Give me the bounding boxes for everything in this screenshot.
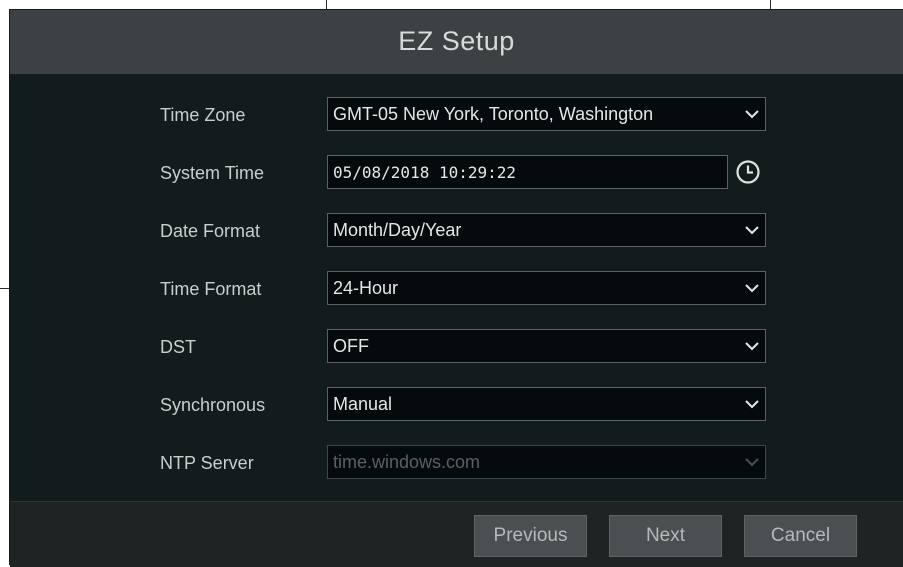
date-format-label: Date Format (160, 221, 261, 241)
chevron-down-icon (745, 226, 759, 235)
dst-row: DST OFF (10, 329, 903, 365)
chevron-down-icon (745, 400, 759, 409)
dialog-title: EZ Setup (398, 26, 515, 56)
system-time-input[interactable]: 05/08/2018 10:29:22 (327, 155, 728, 189)
dst-value: OFF (333, 336, 369, 356)
dialog-title-bar: EZ Setup (10, 10, 903, 75)
edge-marker-top (326, 0, 327, 9)
synchronous-value: Manual (333, 394, 393, 414)
dst-select[interactable]: OFF (327, 329, 766, 363)
time-format-value: 24-Hour (333, 278, 399, 298)
system-time-label: System Time (160, 163, 265, 183)
chevron-down-icon (745, 110, 759, 119)
synchronous-label: Synchronous (160, 395, 266, 415)
system-time-value: 05/08/2018 10:29:22 (333, 163, 517, 182)
screen: EZ Setup Time Zone GMT-05 New York, Toro… (0, 0, 903, 567)
time-zone-value: GMT-05 New York, Toronto, Washington (333, 104, 654, 124)
chevron-down-icon (745, 458, 759, 467)
cancel-button[interactable]: Cancel (744, 515, 857, 557)
ntp-server-value: time.windows.com (333, 452, 481, 472)
time-zone-select[interactable]: GMT-05 New York, Toronto, Washington (327, 97, 766, 131)
settings-form: Time Zone GMT-05 New York, Toronto, Wash… (10, 74, 903, 501)
dialog-footer: Previous Next Cancel (10, 501, 903, 567)
time-zone-row: Time Zone GMT-05 New York, Toronto, Wash… (10, 97, 903, 133)
dst-label: DST (160, 337, 196, 357)
time-format-row: Time Format 24-Hour (10, 271, 903, 307)
chevron-down-icon (745, 342, 759, 351)
synchronous-row: Synchronous Manual (10, 387, 903, 423)
next-button[interactable]: Next (609, 515, 722, 557)
clock-icon[interactable] (734, 158, 762, 186)
system-time-row: System Time 05/08/2018 10:29:22 (10, 155, 903, 191)
synchronous-select[interactable]: Manual (327, 387, 766, 421)
edge-marker-left (0, 288, 9, 289)
edge-marker-top-right (770, 0, 771, 9)
time-format-label: Time Format (160, 279, 262, 299)
ntp-server-label: NTP Server (160, 453, 254, 473)
time-zone-label: Time Zone (160, 105, 246, 125)
date-format-select[interactable]: Month/Day/Year (327, 213, 766, 247)
time-format-select[interactable]: 24-Hour (327, 271, 766, 305)
ez-setup-dialog: EZ Setup Time Zone GMT-05 New York, Toro… (9, 9, 903, 567)
previous-button[interactable]: Previous (474, 515, 587, 557)
chevron-down-icon (745, 284, 759, 293)
date-format-row: Date Format Month/Day/Year (10, 213, 903, 249)
ntp-server-row: NTP Server time.windows.com (10, 445, 903, 481)
date-format-value: Month/Day/Year (333, 220, 462, 240)
ntp-server-select: time.windows.com (327, 445, 766, 479)
